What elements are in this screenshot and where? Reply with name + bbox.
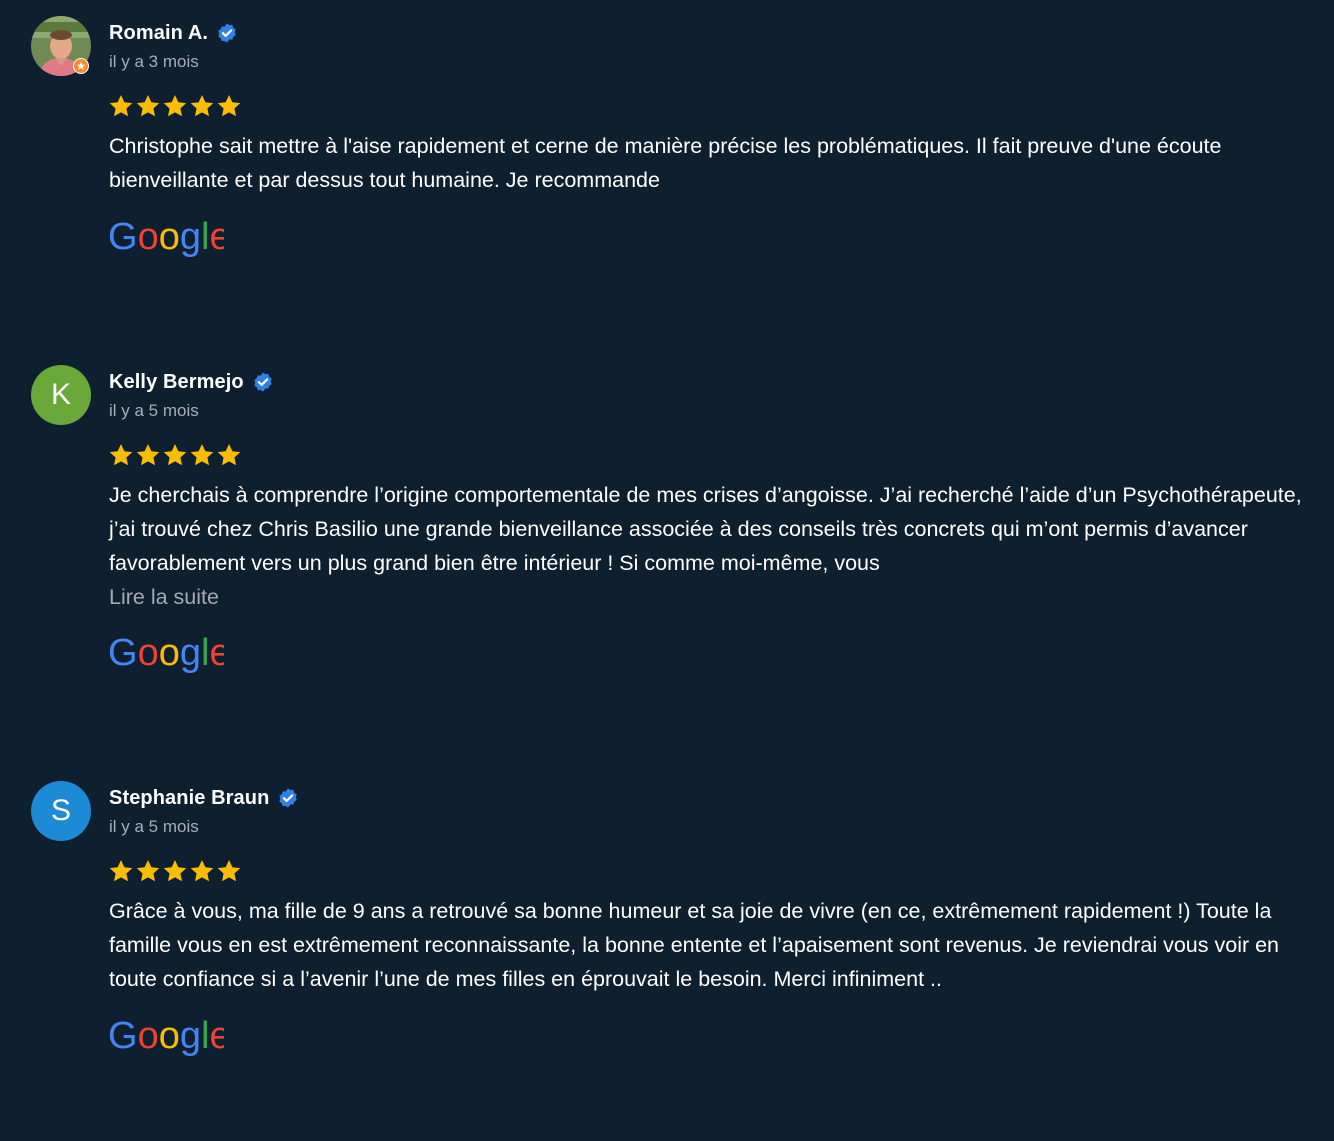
star-rating (108, 858, 242, 884)
google-logo-icon[interactable]: Google (108, 1016, 224, 1056)
star-icon (109, 443, 133, 466)
read-more-link[interactable]: Lire la suite (109, 580, 1314, 614)
reviewer-name[interactable]: Stephanie Braun (109, 787, 269, 810)
verified-badge-icon (218, 23, 236, 43)
avatar-letter: S (31, 781, 91, 841)
review-card: Romain A. il y a 3 mois Christophe sait … (0, 0, 1334, 300)
review-card: S Stephanie Braun il y a 5 mois Grâce à … (0, 765, 1334, 1105)
star-icon (190, 859, 214, 882)
reviewer-name-row: Romain A. (109, 20, 238, 46)
star-icon (163, 443, 187, 466)
reviewer-name[interactable]: Kelly Bermejo (109, 371, 244, 394)
svg-text:Google: Google (108, 633, 224, 673)
reviewer-name[interactable]: Romain A. (109, 22, 208, 45)
star-icon (217, 443, 241, 466)
star-rating (108, 442, 242, 468)
avatar[interactable]: K (31, 365, 91, 425)
star-icon (163, 859, 187, 882)
review-text: Grâce à vous, ma fille de 9 ans a retrou… (109, 894, 1314, 996)
review-body: Grâce à vous, ma fille de 9 ans a retrou… (109, 899, 1280, 991)
review-date: il y a 5 mois (109, 817, 199, 836)
avatar[interactable] (31, 16, 91, 76)
avatar[interactable]: S (31, 781, 91, 841)
avatar-letter: K (31, 365, 91, 425)
svg-text:Google: Google (108, 1016, 224, 1056)
review-date: il y a 5 mois (109, 401, 199, 420)
reviewer-name-row: Stephanie Braun (109, 785, 299, 811)
review-body: Je cherchais à comprendre l’origine comp… (109, 483, 1302, 575)
star-rating (108, 93, 242, 119)
verified-badge-icon (253, 372, 272, 392)
google-logo-icon[interactable]: Google (108, 217, 224, 257)
review-text: Christophe sait mettre à l'aise rapideme… (109, 129, 1314, 197)
google-logo-icon[interactable]: Google (108, 633, 224, 673)
star-icon (190, 443, 214, 466)
star-icon (217, 94, 241, 117)
star-icon (190, 94, 214, 117)
star-icon (109, 94, 133, 117)
star-icon (136, 94, 160, 117)
star-icon (136, 443, 160, 466)
verified-badge-icon (279, 788, 298, 808)
local-guide-badge-icon (73, 58, 89, 74)
star-icon (109, 859, 133, 882)
review-text: Je cherchais à comprendre l’origine comp… (109, 478, 1314, 614)
reviewer-name-row: Kelly Bermejo (109, 369, 274, 395)
svg-text:Google: Google (108, 217, 224, 257)
star-icon (217, 859, 241, 882)
star-icon (163, 94, 187, 117)
review-body: Christophe sait mettre à l'aise rapideme… (109, 134, 1222, 192)
review-card: K Kelly Bermejo il y a 5 mois Je chercha… (0, 349, 1334, 729)
star-icon (136, 859, 160, 882)
review-date: il y a 3 mois (109, 52, 199, 71)
